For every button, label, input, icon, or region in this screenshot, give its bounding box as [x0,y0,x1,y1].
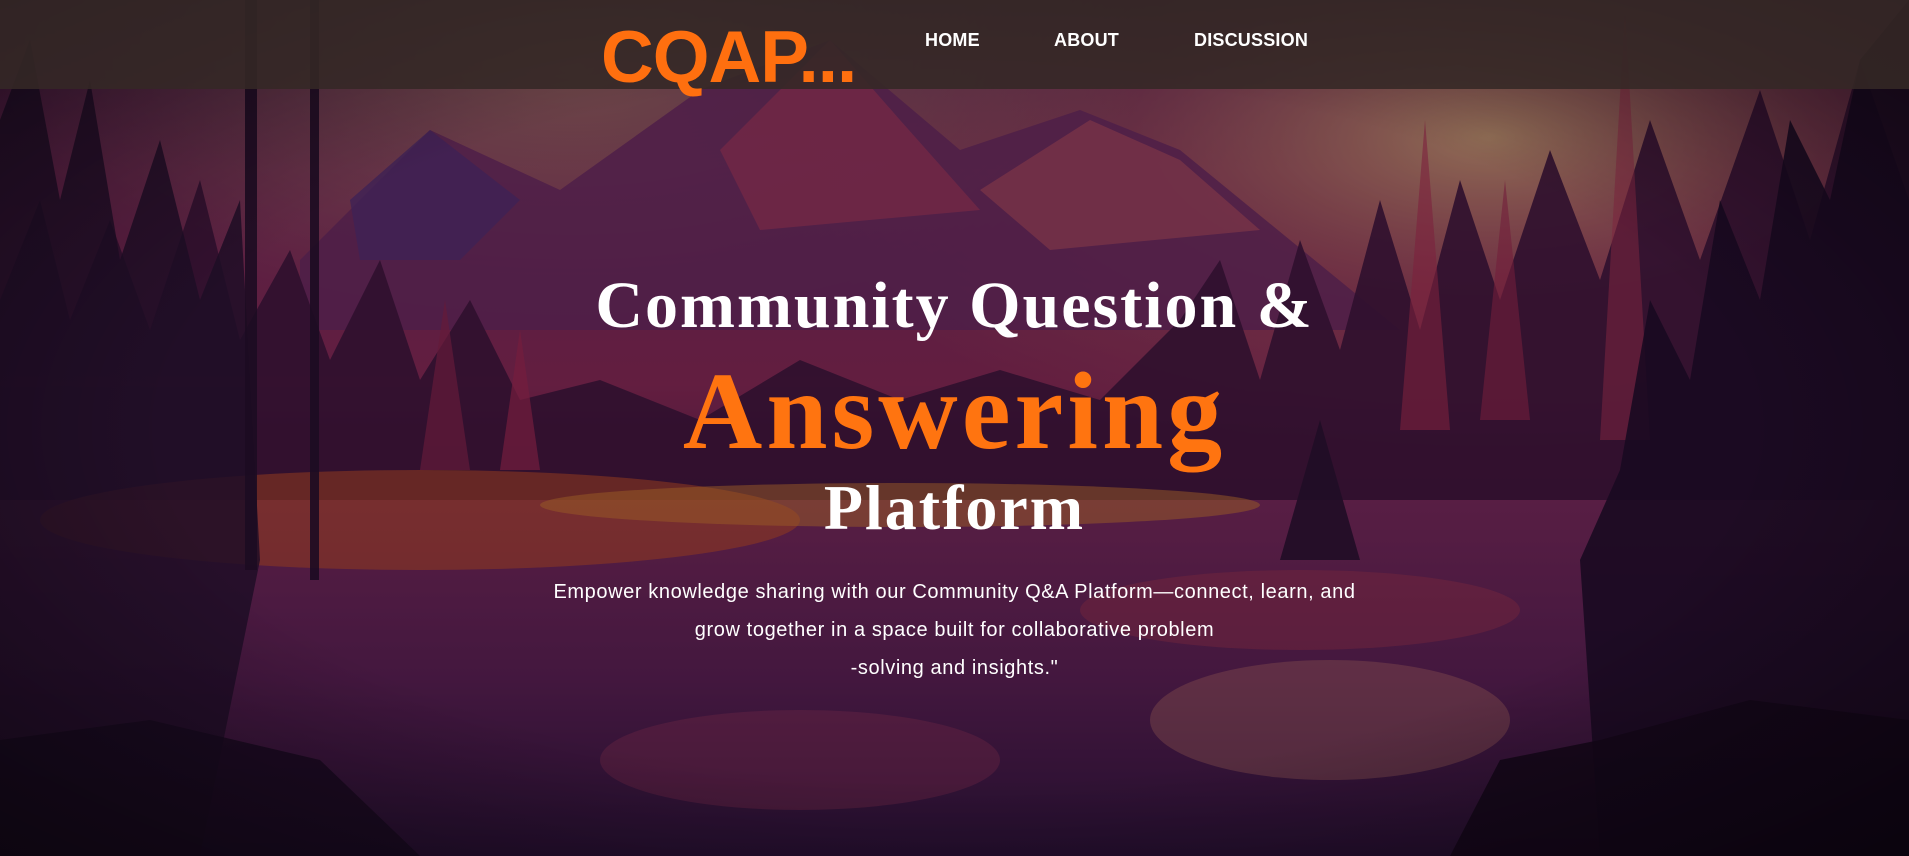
hero-tagline-line: grow together in a space built for colla… [694,619,1215,641]
nav-home-link[interactable]: HOME [925,30,980,51]
hero-title-highlight: Answering [682,350,1227,472]
hero-title-line3: Platform [823,472,1086,543]
hero-title-line1: Community Question & [595,269,1314,342]
nav-discussion-link[interactable]: DISCUSSION [1194,30,1308,51]
hero-tagline-line: -solving and insights." [850,657,1059,679]
hero-tagline: Empower knowledge sharing with our Commu… [0,573,1909,687]
nav-about-link[interactable]: ABOUT [1054,30,1119,51]
top-navbar: CQAP... HOME ABOUT DISCUSSION [0,0,1909,98]
hero-tagline-line: Empower knowledge sharing with our Commu… [553,581,1356,603]
brand-logo-text[interactable]: CQAP... [601,18,857,98]
